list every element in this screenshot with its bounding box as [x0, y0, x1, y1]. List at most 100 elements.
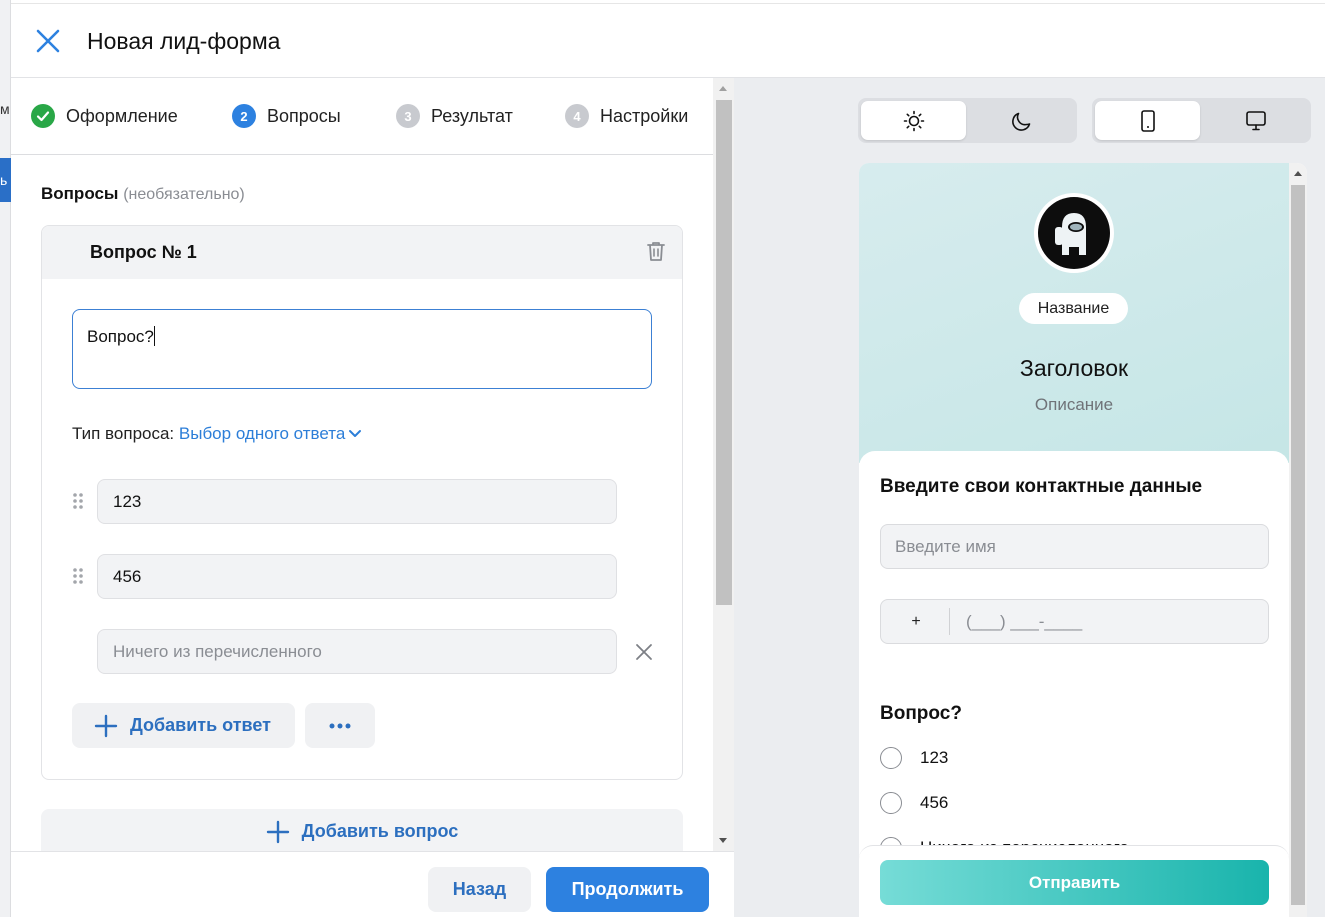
preview-cover: Название Заголовок Описание [859, 163, 1289, 463]
background-page: м ь [0, 0, 11, 917]
answer-input[interactable]: 123 [97, 479, 617, 524]
preview-headline: Заголовок [1019, 355, 1129, 381]
add-answer-label: Добавить ответ [130, 715, 271, 735]
preview-footer: Отправить [859, 845, 1289, 917]
step-label: Результат [431, 105, 513, 126]
optional-label: (необязательно) [123, 186, 245, 203]
window-edge [1325, 0, 1336, 917]
step-number: 4 [565, 104, 589, 128]
check-icon [31, 104, 55, 128]
step-design[interactable]: Оформление [31, 104, 178, 128]
scrollbar-thumb[interactable] [716, 100, 732, 605]
preview-phone-input[interactable]: + (___) ___-____ [880, 599, 1269, 644]
desktop-view-button[interactable] [1203, 101, 1308, 140]
plus-icon [94, 714, 118, 737]
modal-header: Новая лид-форма [11, 4, 1336, 78]
step-number: 3 [396, 104, 420, 128]
mobile-icon [1140, 109, 1155, 132]
close-button[interactable] [33, 26, 63, 56]
none-answer-row: Ничего из перечисленного [72, 629, 652, 674]
theme-toggle [858, 98, 1077, 143]
remove-none-answer-button[interactable] [634, 642, 654, 662]
close-icon [36, 29, 60, 53]
step-label: Оформление [66, 105, 178, 126]
preview-option[interactable]: 456 [880, 791, 948, 815]
add-question-label: Добавить вопрос [301, 821, 459, 841]
preview-name-input[interactable]: Введите имя [880, 524, 1269, 569]
background-text: м [0, 101, 10, 117]
plus-icon [266, 820, 289, 843]
avatar [1034, 193, 1114, 273]
radio-icon [880, 747, 902, 769]
none-answer-input[interactable]: Ничего из перечисленного [97, 629, 617, 674]
chevron-down-icon [349, 430, 362, 437]
question-text-input[interactable]: Вопрос? [72, 309, 652, 389]
preview-option[interactable]: 123 [880, 746, 948, 770]
moon-icon [1011, 112, 1030, 131]
scroll-up-arrow[interactable] [719, 86, 727, 91]
back-button[interactable]: Назад [428, 867, 531, 912]
phone-prefix: + [911, 613, 921, 630]
step-questions[interactable]: 2 Вопросы [232, 104, 341, 128]
question-type: Тип вопроса: Выбор одного ответа [72, 424, 362, 444]
mobile-view-button[interactable] [1095, 101, 1200, 140]
question-type-value: Выбор одного ответа [178, 424, 346, 443]
drag-handle-icon[interactable] [72, 567, 84, 585]
preview-option-label: 456 [920, 793, 949, 812]
sun-icon [903, 110, 924, 131]
text-caret [153, 326, 155, 346]
desktop-icon [1245, 110, 1266, 130]
step-settings[interactable]: 4 Настройки [565, 104, 688, 128]
modal-title: Новая лид-форма [87, 28, 281, 54]
trash-icon [647, 242, 665, 261]
step-label: Настройки [600, 105, 689, 126]
light-theme-button[interactable] [861, 101, 966, 140]
answer-row: 456 [72, 554, 632, 599]
preview-question-title: Вопрос? [880, 703, 962, 724]
drag-handle-icon[interactable] [72, 492, 84, 510]
preview-option-label: 123 [920, 748, 949, 767]
phone-divider [949, 608, 950, 635]
step-label: Вопросы [267, 105, 341, 126]
step-result[interactable]: 3 Результат [396, 104, 513, 128]
preview-name-badge: Название [1019, 293, 1128, 324]
phone-mask: (___) ___-____ [966, 612, 1083, 631]
editor-scrollbar[interactable] [713, 78, 734, 851]
preview-panel: Название Заголовок Описание Введите свои… [734, 78, 1336, 917]
stepper: Оформление 2 Вопросы 3 Результат 4 Настр… [11, 78, 713, 155]
radio-icon [880, 792, 902, 814]
add-question-button[interactable]: Добавить вопрос [41, 809, 683, 854]
answer-row: 123 [72, 479, 632, 524]
more-dots-icon [329, 723, 351, 728]
continue-button[interactable]: Продолжить [546, 867, 709, 912]
preview-scrollbar[interactable] [1289, 163, 1307, 917]
questions-title: Вопросы [41, 184, 119, 203]
scrollbar-thumb[interactable] [1291, 185, 1305, 905]
question-number: Вопрос № 1 [90, 242, 197, 262]
dark-theme-button[interactable] [969, 101, 1074, 140]
question-card-header: Вопрос № 1 [42, 226, 682, 279]
question-card: Вопрос № 1 Вопрос? Тип вопроса: Выбор од… [41, 225, 683, 780]
device-toggle [1092, 98, 1311, 143]
form-preview: Название Заголовок Описание Введите свои… [859, 163, 1307, 917]
scroll-down-arrow[interactable] [719, 838, 727, 843]
modal-footer: Назад Продолжить [11, 851, 734, 917]
preview-contact-card: Введите свои контактные данные Введите и… [859, 451, 1289, 669]
step-number: 2 [232, 104, 256, 128]
add-answer-button[interactable]: Добавить ответ [72, 703, 295, 748]
more-options-button[interactable] [305, 703, 375, 748]
preview-description: Описание [1034, 395, 1114, 414]
scroll-up-arrow[interactable] [1294, 171, 1302, 176]
lead-form-modal: Новая лид-форма Оформление 2 Вопросы 3 Р… [11, 3, 1336, 917]
editor-panel: Оформление 2 Вопросы 3 Результат 4 Настр… [11, 78, 713, 917]
question-type-label: Тип вопроса: [72, 424, 175, 443]
close-icon [636, 644, 652, 660]
submit-button[interactable]: Отправить [880, 860, 1269, 905]
questions-heading: Вопросы (необязательно) [41, 184, 245, 204]
question-type-dropdown[interactable]: Выбор одного ответа [179, 424, 362, 443]
question-text-value: Вопрос? [87, 327, 154, 346]
delete-question-button[interactable] [644, 239, 668, 263]
contact-card-title: Введите свои контактные данные [880, 476, 1203, 497]
answer-input[interactable]: 456 [97, 554, 617, 599]
background-button: ь [0, 158, 11, 202]
